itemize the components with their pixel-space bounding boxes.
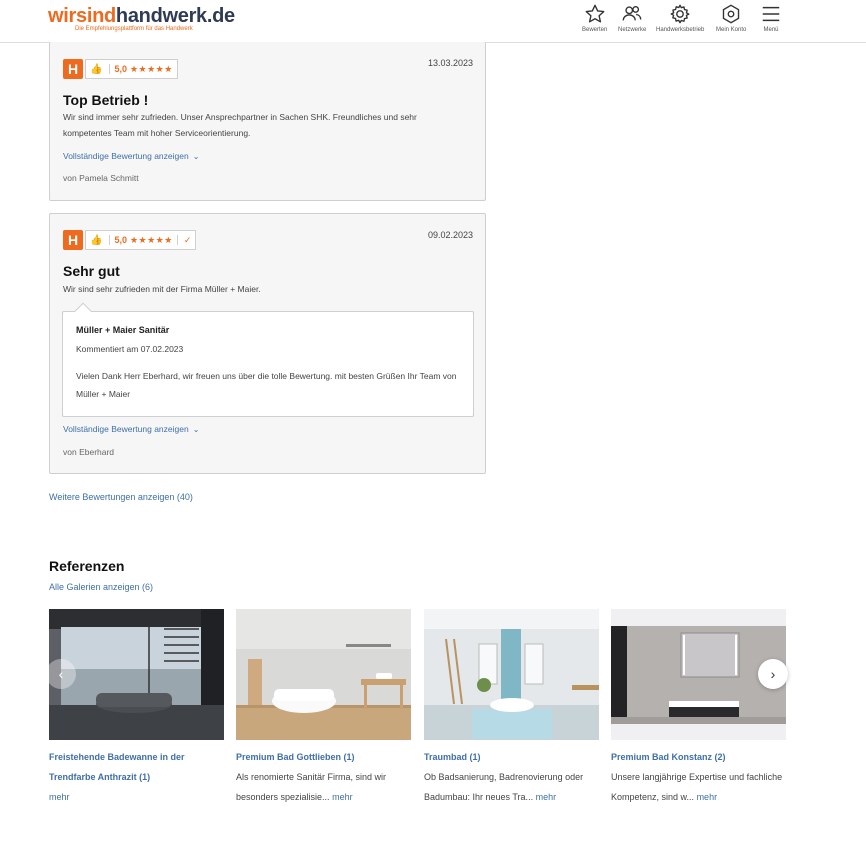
gallery-item[interactable]: Premium Bad Konstanz (2) Unsere langjähr…	[611, 609, 786, 807]
hexagon-icon	[722, 4, 740, 24]
bathroom-teal-photo	[424, 609, 599, 740]
review-rating-badge: H 👍 5,0 ★★★★★	[63, 59, 178, 79]
nav-netzwerke[interactable]: Netzwerke	[618, 3, 646, 33]
nav-menu[interactable]: Menü	[760, 3, 782, 33]
reference-gallery: Freistehende Badewanne in der Trendfarbe…	[49, 609, 786, 829]
handwerk-logo-badge: H	[63, 230, 83, 250]
review-author: von Eberhard	[63, 447, 115, 457]
nav-label: Menü	[763, 27, 779, 33]
rating-value: 5,0	[114, 235, 127, 245]
nav-bewerten[interactable]: Bewerten	[582, 3, 607, 33]
bathroom-bright-photo	[236, 609, 411, 740]
gallery-item-title[interactable]: Premium Bad Gottlieben (1)	[236, 747, 411, 767]
nav-label: Bewerten	[582, 27, 608, 33]
reply-notch	[74, 302, 92, 320]
reply-date: Kommentiert am 07.02.2023	[76, 344, 184, 354]
full-review-link[interactable]: Vollständige Bewertung anzeigen ⌄	[63, 151, 199, 161]
company-reply: Müller + Maier Sanitär Kommentiert am 07…	[62, 302, 474, 417]
divider	[109, 64, 111, 74]
divider	[109, 235, 111, 245]
gallery-item-title[interactable]: Premium Bad Konstanz (2)	[611, 747, 786, 767]
review-rating-badge: H 👍 5,0 ★★★★★ ✓	[63, 230, 197, 250]
review-author: von Pamela Schmitt	[63, 173, 139, 183]
divider	[176, 235, 178, 245]
review-title: Sehr gut	[63, 263, 120, 279]
chevron-left-icon: ‹	[58, 666, 64, 682]
gallery-image[interactable]	[236, 609, 411, 740]
rating-box: 👍 5,0 ★★★★★	[85, 59, 178, 79]
reply-text: Vielen Dank Herr Eberhard, wir freuen un…	[76, 371, 457, 399]
reply-company-name: Müller + Maier Sanitär	[76, 325, 170, 335]
site-header: wirsindhandwerk.de Die Empfehlungsplattf…	[0, 0, 866, 43]
review-text: Wir sind immer sehr zufrieden. Unser Ans…	[63, 112, 417, 138]
gallery-image[interactable]	[424, 609, 599, 740]
references-heading: Referenzen	[49, 558, 125, 574]
gallery-item[interactable]: Premium Bad Gottlieben (1) Als renomiert…	[236, 609, 411, 807]
rating-stars: ★★★★★	[129, 63, 173, 74]
gallery-item-desc: mehr	[49, 787, 224, 807]
more-link[interactable]: mehr	[332, 792, 353, 802]
all-galleries-link[interactable]: Alle Galerien anzeigen (6)	[49, 582, 153, 592]
nav-label: Mein Konto	[716, 27, 747, 33]
hamburger-icon	[762, 6, 780, 22]
link-label: Vollständige Bewertung anzeigen	[63, 424, 189, 434]
review-text: Wir sind sehr zufrieden mit der Firma Mü…	[63, 284, 261, 294]
more-link[interactable]: mehr	[536, 792, 557, 802]
nav-label: Netzwerke	[618, 27, 647, 33]
review-card: H 👍 5,0 ★★★★★ ✓ 09.02.2023 Sehr gut Wir …	[49, 213, 486, 474]
star-icon	[585, 4, 605, 23]
chevron-right-icon: ›	[770, 666, 776, 682]
more-reviews-link[interactable]: Weitere Bewertungen anzeigen (40)	[49, 492, 193, 502]
gallery-item-desc: Ob Badsanierung, Badrenovierung oder Bad…	[424, 772, 584, 802]
review-card: H 👍 5,0 ★★★★★ 13.03.2023 Top Betrieb ! W…	[49, 42, 486, 201]
review-title: Top Betrieb !	[63, 92, 149, 108]
more-link[interactable]: mehr	[49, 792, 70, 802]
nav-mein-konto[interactable]: Mein Konto	[716, 3, 746, 33]
thumbs-up-icon: 👍	[90, 63, 103, 75]
more-link[interactable]: mehr	[697, 792, 718, 802]
gallery-next-button[interactable]: ›	[758, 659, 788, 689]
gallery-item-desc: Unsere langjährige Expertise und fachlic…	[611, 772, 783, 802]
rating-box: 👍 5,0 ★★★★★ ✓	[85, 230, 197, 250]
rating-value: 5,0	[114, 64, 127, 74]
gallery-item-title[interactable]: Freistehende Badewanne in der Trendfarbe…	[49, 747, 224, 787]
gallery-item-title[interactable]: Traumbad (1)	[424, 747, 599, 767]
site-logo[interactable]: wirsindhandwerk.de Die Empfehlungsplattf…	[48, 5, 235, 32]
chevron-down-icon: ⌄	[192, 152, 200, 161]
full-review-link[interactable]: Vollständige Bewertung anzeigen ⌄	[63, 424, 199, 434]
review-date: 09.02.2023	[427, 230, 473, 240]
chevron-down-icon: ⌄	[192, 425, 200, 434]
gallery-item[interactable]: Freistehende Badewanne in der Trendfarbe…	[49, 609, 224, 807]
link-label: Vollständige Bewertung anzeigen	[63, 151, 189, 161]
nav-label: Handwerksbetrieb	[656, 27, 705, 33]
gallery-item[interactable]: Traumbad (1) Ob Badsanierung, Badrenovie…	[424, 609, 599, 807]
nav-handwerksbetrieb[interactable]: Handwerksbetrieb	[656, 3, 704, 33]
verified-check-icon: ✓	[183, 234, 192, 245]
gallery-item-desc: Als renomierte Sanitär Firma, sind wir b…	[236, 772, 387, 802]
rating-stars: ★★★★★	[129, 234, 173, 245]
logo-wordmark: wirsindhandwerk.de	[48, 5, 235, 27]
gear-icon	[670, 4, 690, 24]
review-date: 13.03.2023	[427, 58, 473, 68]
gallery-prev-button[interactable]: ‹	[46, 659, 76, 689]
thumbs-up-icon: 👍	[90, 234, 103, 246]
handwerk-logo-badge: H	[63, 59, 83, 79]
users-icon	[622, 5, 642, 21]
